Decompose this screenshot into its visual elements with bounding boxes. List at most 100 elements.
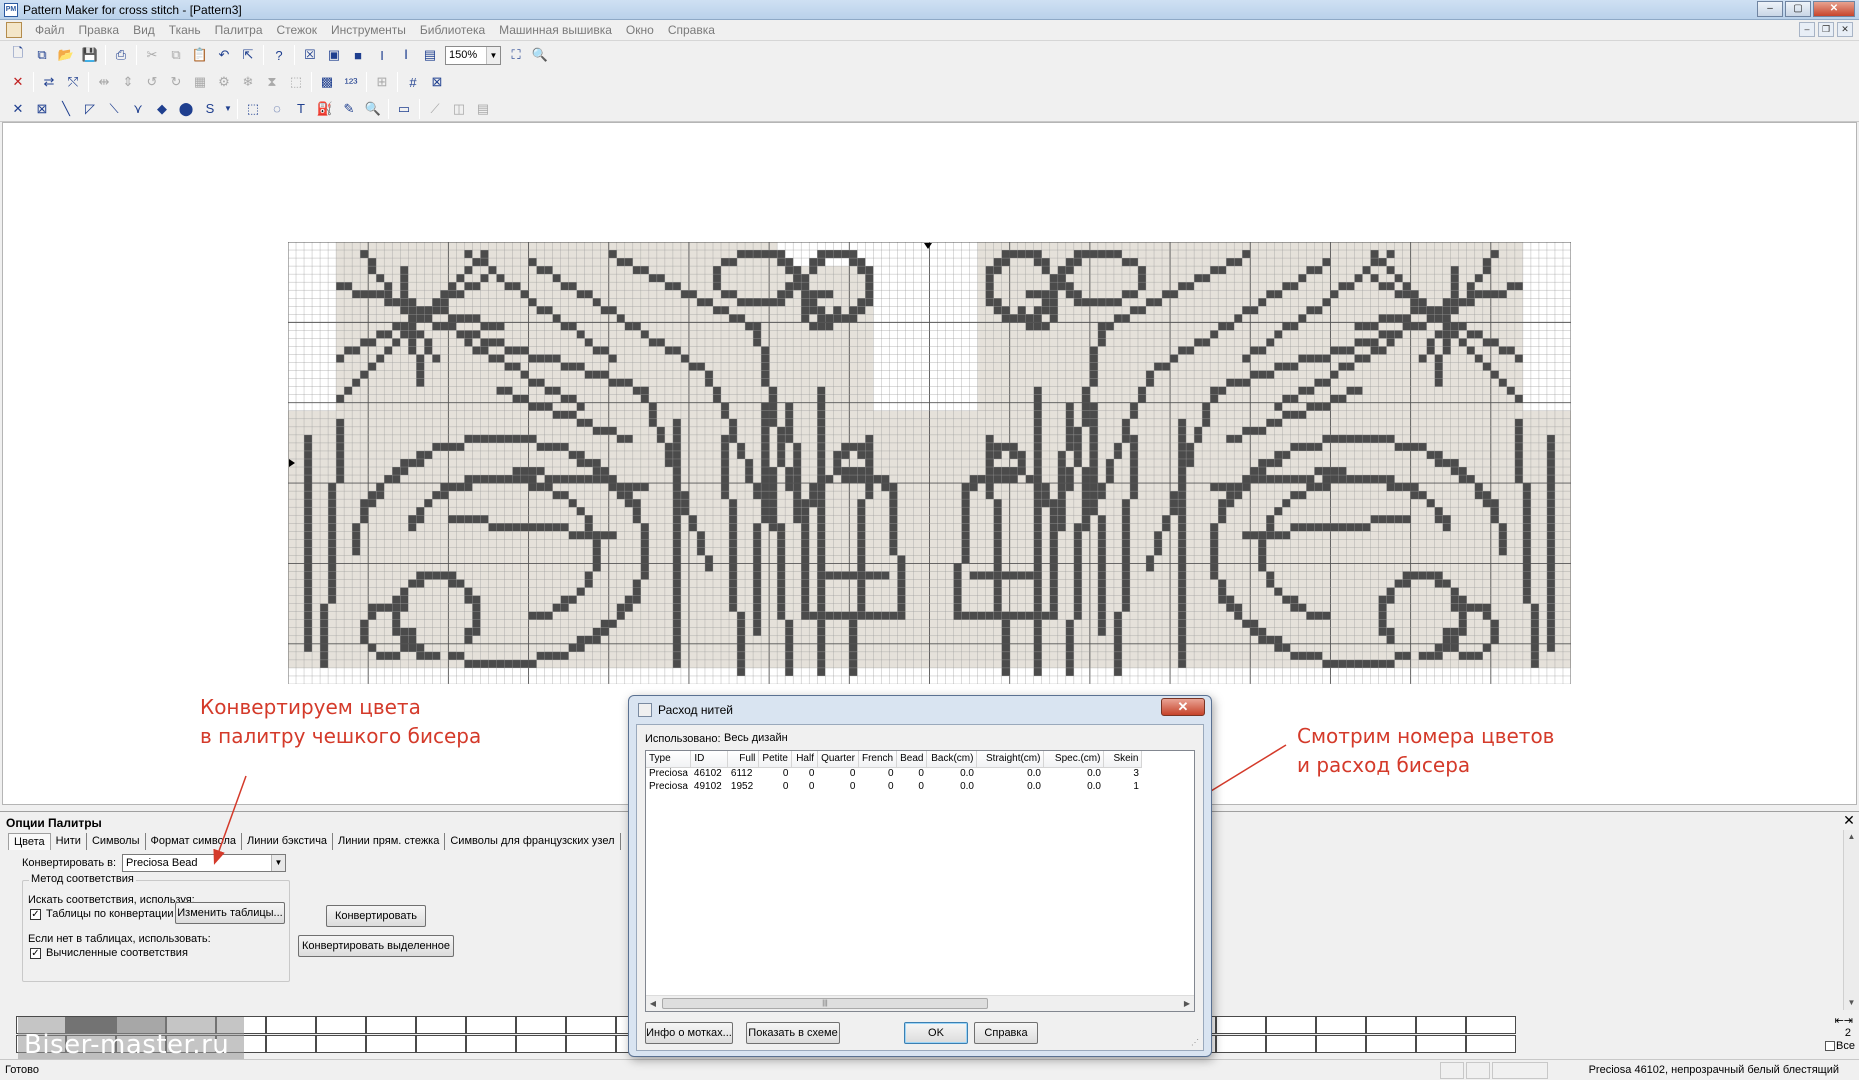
palette-swatch[interactable] bbox=[1216, 1035, 1266, 1053]
rotate-right-icon[interactable]: ↻ bbox=[164, 71, 188, 93]
french-knot-icon[interactable]: ◆ bbox=[150, 98, 174, 120]
library-icon[interactable]: ▭ bbox=[392, 98, 416, 120]
dialog-title-bar[interactable]: Расход нитей ✕ bbox=[629, 696, 1211, 723]
close-icon[interactable]: ✕ bbox=[1842, 813, 1856, 828]
palette-swatch[interactable] bbox=[1466, 1016, 1516, 1034]
palette-swatch[interactable] bbox=[366, 1016, 416, 1034]
table-row[interactable]: Preciosa 46102 6112 0 0 0 0 0 0.0 0.0 0.… bbox=[646, 767, 1142, 780]
magnifier-icon[interactable]: 🔍 bbox=[361, 98, 385, 120]
minimize-button[interactable]: – bbox=[1757, 1, 1783, 17]
convert-button[interactable]: Конвертировать bbox=[326, 905, 426, 927]
grid-pattern-icon[interactable]: ⊞ bbox=[370, 71, 394, 93]
menu-view[interactable]: Вид bbox=[126, 20, 162, 41]
table-row[interactable]: Preciosa 49102 1952 0 0 0 0 0 0.0 0.0 0.… bbox=[646, 780, 1142, 793]
sequence-icon[interactable]: ¹²³ bbox=[339, 71, 363, 93]
show-in-pattern-button[interactable]: Показать в схеме bbox=[746, 1022, 840, 1044]
swap-colors-icon[interactable]: ⇄ bbox=[37, 71, 61, 93]
rotate-left-icon[interactable]: ↺ bbox=[140, 71, 164, 93]
all-checkbox[interactable] bbox=[1825, 1041, 1835, 1051]
menu-machine-embroidery[interactable]: Машинная вышивка bbox=[492, 20, 619, 41]
mdi-restore-button[interactable]: ❐ bbox=[1818, 22, 1834, 37]
tab-symbol-format[interactable]: Формат символа bbox=[146, 833, 242, 850]
palette-swatch[interactable] bbox=[1416, 1016, 1466, 1034]
help-button[interactable]: Справка bbox=[974, 1022, 1038, 1044]
skein-info-button[interactable]: Инфо о мотках... bbox=[645, 1022, 733, 1044]
lasso-select-icon[interactable]: ◌ bbox=[265, 98, 289, 120]
column-header[interactable]: Skein bbox=[1103, 751, 1143, 768]
document-icon[interactable] bbox=[6, 22, 22, 38]
backstitch-icon[interactable]: ⟍ bbox=[102, 98, 126, 120]
dialog-close-button[interactable]: ✕ bbox=[1161, 698, 1205, 716]
resize-grip-icon[interactable]: ⋰ bbox=[1191, 1038, 1201, 1048]
column-header[interactable]: Bead bbox=[896, 751, 928, 768]
color-block-view-icon[interactable]: ■ bbox=[346, 44, 370, 66]
column-header[interactable]: Half bbox=[791, 751, 818, 768]
color-palette-icon[interactable]: ▩ bbox=[315, 71, 339, 93]
chevron-down-icon[interactable]: ▼ bbox=[222, 98, 234, 120]
menu-stitch[interactable]: Стежок bbox=[270, 20, 325, 41]
new-from-icon[interactable]: ⧉ bbox=[30, 44, 54, 66]
page-view-icon[interactable]: ▤ bbox=[418, 44, 442, 66]
palette-swatch[interactable] bbox=[1366, 1016, 1416, 1034]
palette-swatch[interactable] bbox=[266, 1016, 316, 1034]
pattern-grid[interactable] bbox=[288, 242, 1571, 684]
menu-palette[interactable]: Палитра bbox=[208, 20, 270, 41]
palette-swatch[interactable] bbox=[366, 1035, 416, 1053]
eyedropper-icon[interactable]: ✎ bbox=[337, 98, 361, 120]
chevron-down-icon[interactable]: ▼ bbox=[486, 46, 500, 64]
quarter-stitch-icon[interactable]: ◸ bbox=[78, 98, 102, 120]
scroll-left-icon[interactable]: ◀ bbox=[646, 996, 660, 1011]
needle-icon[interactable]: ⟋ bbox=[423, 98, 447, 120]
full-stitch-view-icon[interactable]: ☒ bbox=[298, 44, 322, 66]
column-header[interactable]: ID bbox=[690, 751, 729, 768]
tab-threads[interactable]: Нити bbox=[51, 833, 87, 850]
special-stitch-icon[interactable]: S bbox=[198, 98, 222, 120]
long-stitch-icon[interactable]: ⋎ bbox=[126, 98, 150, 120]
tab-symbols[interactable]: Символы bbox=[87, 833, 146, 850]
snowflake-icon[interactable]: ❄ bbox=[236, 71, 260, 93]
symbol-view-icon[interactable]: ▣ bbox=[322, 44, 346, 66]
palette-swatch[interactable] bbox=[1416, 1035, 1466, 1053]
menu-library[interactable]: Библиотека bbox=[413, 20, 492, 41]
palette-swatch[interactable] bbox=[516, 1035, 566, 1053]
save-icon[interactable]: 💾 bbox=[78, 44, 102, 66]
palette-swatch[interactable] bbox=[416, 1035, 466, 1053]
open-folder-icon[interactable]: 📂 bbox=[54, 44, 78, 66]
settings-gear-icon[interactable]: ⚙ bbox=[212, 71, 236, 93]
palette-swatch[interactable] bbox=[316, 1035, 366, 1053]
palette-swatch[interactable] bbox=[1216, 1016, 1266, 1034]
tab-colors[interactable]: Цвета bbox=[8, 833, 51, 850]
zoom-tool-icon[interactable]: 🔍 bbox=[528, 44, 552, 66]
stitch-fill-icon[interactable]: ▦ bbox=[188, 71, 212, 93]
three-quarter-stitch-icon[interactable]: ⊠ bbox=[30, 98, 54, 120]
replace-colors-icon[interactable]: ⤲ bbox=[61, 71, 85, 93]
help-icon[interactable]: ? bbox=[267, 44, 291, 66]
menu-help[interactable]: Справка bbox=[661, 20, 722, 41]
list-view-icon[interactable]: ▤ bbox=[471, 98, 495, 120]
half-stitch-icon[interactable]: ╲ bbox=[54, 98, 78, 120]
convert-selected-button[interactable]: Конвертировать выделенное bbox=[298, 935, 454, 957]
menu-edit[interactable]: Правка bbox=[72, 20, 127, 41]
computed-matches-checkbox[interactable]: ✓ bbox=[30, 948, 41, 959]
cross-grid-icon[interactable]: ⊠ bbox=[425, 71, 449, 93]
menu-file[interactable]: Файл bbox=[28, 20, 72, 41]
palette-swatch[interactable] bbox=[1366, 1035, 1416, 1053]
menu-window[interactable]: Окно bbox=[619, 20, 661, 41]
close-button[interactable]: ✕ bbox=[1813, 1, 1855, 17]
text-cursor-icon[interactable]: I bbox=[370, 44, 394, 66]
new-icon[interactable]: 🗋 bbox=[6, 44, 30, 66]
crop-icon[interactable]: ⬚ bbox=[284, 71, 308, 93]
palette-swatch[interactable] bbox=[1266, 1035, 1316, 1053]
full-stitch-icon[interactable]: ✕ bbox=[6, 98, 30, 120]
zoom-select[interactable]: 150% ▼ bbox=[445, 45, 501, 65]
split-view-icon[interactable]: ◫ bbox=[447, 98, 471, 120]
mdi-close-button[interactable]: ✕ bbox=[1837, 22, 1853, 37]
palette-swatch[interactable] bbox=[516, 1016, 566, 1034]
edit-tables-button[interactable]: Изменить таблицы... bbox=[175, 902, 285, 924]
menu-fabric[interactable]: Ткань bbox=[162, 20, 208, 41]
mirror-icon[interactable]: ⧗ bbox=[260, 71, 284, 93]
column-header[interactable]: Type bbox=[646, 751, 692, 768]
scroll-down-icon[interactable]: ▼ bbox=[1844, 996, 1859, 1010]
tab-backstitch-lines[interactable]: Линии бэкстича bbox=[242, 833, 334, 850]
text-tool-icon[interactable]: T bbox=[289, 98, 313, 120]
